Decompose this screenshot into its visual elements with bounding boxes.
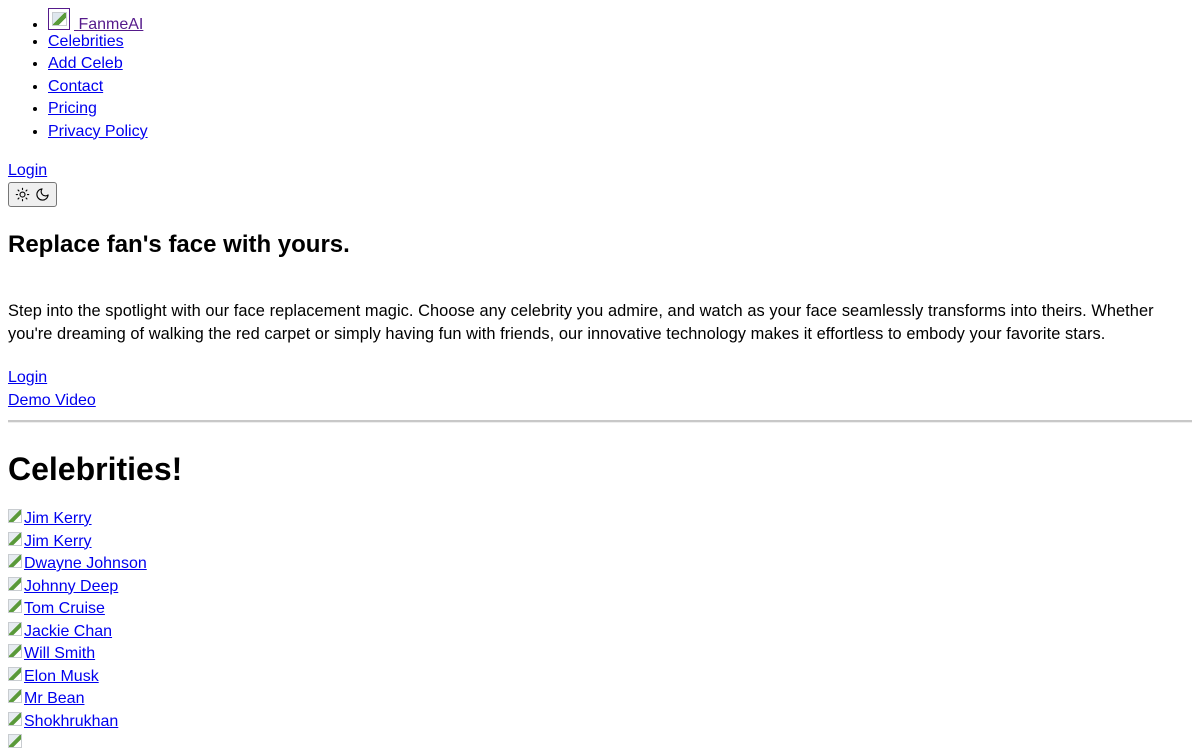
nav-item-contact: Contact [48,76,1192,99]
nav-link-add-celeb[interactable]: Add Celeb [48,55,123,72]
sun-icon [15,187,30,202]
nav-link-pricing[interactable]: Pricing [48,100,97,117]
broken-image-icon [8,531,24,547]
broken-image-icon [8,508,24,524]
nav-item-brand: FanmeAI [48,8,1192,33]
hero-login-link[interactable]: Login [8,367,1192,390]
celebrity-list: Jim Kerry Jim Kerry Dwayne Johnson Johnn… [8,508,1192,756]
celebrity-item[interactable]: Jim Kerry [8,508,1192,531]
main-nav: FanmeAI Celebrities Add Celeb Contact Pr… [8,0,1192,143]
nav-link-contact[interactable]: Contact [48,78,103,95]
broken-image-icon [8,598,24,614]
moon-icon [36,188,49,201]
broken-image-icon [8,643,24,659]
broken-image-icon [8,688,24,704]
header-login-link[interactable]: Login [8,160,1192,182]
celebrity-item[interactable]: Jackie Chan [8,621,1192,644]
nav-item-privacy-policy: Privacy Policy [48,121,1192,144]
nav-link-privacy-policy[interactable]: Privacy Policy [48,123,148,140]
celebrity-name: Jackie Chan [24,622,113,640]
celebrity-item[interactable]: Tom Cruise [8,598,1192,621]
celebrity-item[interactable] [8,733,1192,756]
celebrity-name: Dwayne Johnson [24,555,147,572]
nav-item-add-celeb: Add Celeb [48,53,1192,76]
hero-title: Replace fan's face with yours. [8,231,350,258]
celebrity-item[interactable]: Will Smith [8,643,1192,666]
celebrity-name: Will Smith [24,645,96,662]
celebrity-name: Mr Bean [24,690,85,707]
celebrity-item[interactable]: Mr Bean [8,688,1192,711]
nav-item-celebrities: Celebrities [48,31,1192,54]
broken-image-icon [8,576,24,592]
broken-image-icon [48,8,70,30]
celebrity-item[interactable]: Elon Musk [8,666,1192,689]
celebrity-item[interactable]: Dwayne Johnson [8,553,1192,576]
celebrity-name: Johnny Deep [24,577,119,595]
broken-image-icon [8,666,24,682]
celebrity-item[interactable]: Jim Kerry [8,531,1192,554]
section-divider [8,420,1192,423]
celebrity-item[interactable]: Shokhrukhan [8,711,1192,734]
celebrity-name: Elon Musk [24,667,99,685]
celebrity-name: Shokhrukhan [24,712,119,730]
celebrity-name: Jim Kerry [24,510,92,527]
broken-image-icon [8,733,24,749]
theme-toggle-button[interactable] [8,182,57,207]
celebrities-title: Celebrities! [8,451,183,487]
broken-image-icon [8,621,24,637]
demo-video-link[interactable]: Demo Video [8,390,1192,413]
hero-actions: Login Demo Video [8,367,1192,412]
celebrity-name: Tom Cruise [24,600,105,617]
celebrity-item[interactable]: Johnny Deep [8,576,1192,599]
hero-description: Step into the spotlight with our face re… [8,302,1154,343]
nav-link-celebrities[interactable]: Celebrities [48,33,124,50]
broken-image-icon [8,553,24,569]
broken-image-icon [8,711,24,727]
nav-item-pricing: Pricing [48,98,1192,121]
celebrity-name: Jim Kerry [24,532,92,550]
